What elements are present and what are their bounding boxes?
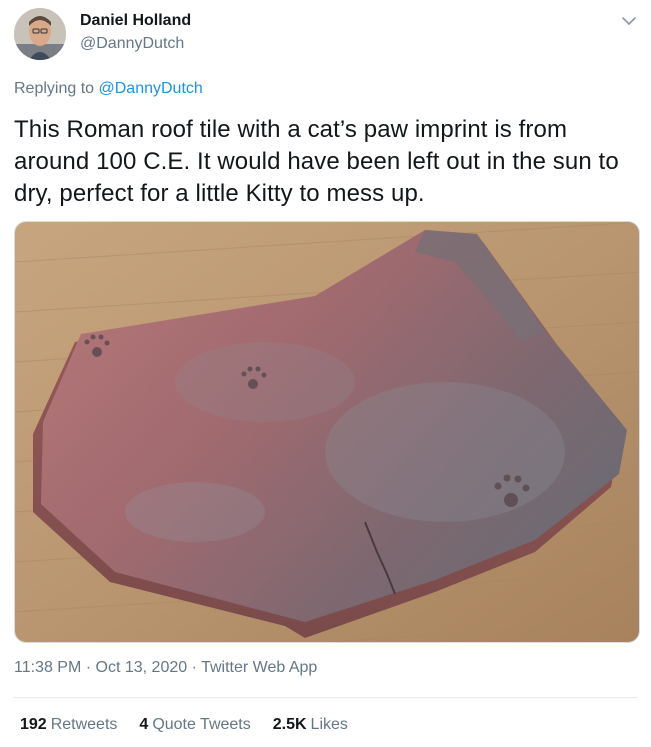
meta-separator: · [187, 659, 202, 676]
quote-tweets-stat[interactable]: 4 Quote Tweets [139, 716, 250, 734]
tweet-meta: 11:38 PM · Oct 13, 2020 · Twitter Web Ap… [14, 659, 317, 677]
author-handle[interactable]: @DannyDutch [80, 35, 184, 53]
replying-to: Replying to @DannyDutch [14, 80, 203, 98]
author-avatar[interactable] [14, 8, 66, 60]
quote-tweets-label: Quote Tweets [152, 716, 251, 733]
likes-stat[interactable]: 2.5K Likes [273, 716, 348, 734]
retweets-stat[interactable]: 192 Retweets [20, 716, 117, 734]
tweet-stats: 192 Retweets 4 Quote Tweets 2.5K Likes [20, 716, 348, 734]
quote-tweets-count: 4 [139, 716, 149, 733]
likes-label: Likes [310, 716, 348, 733]
retweets-count: 192 [20, 716, 47, 733]
author-name[interactable]: Daniel Holland [80, 12, 191, 30]
tweet-date[interactable]: Oct 13, 2020 [96, 659, 188, 676]
tweet-source[interactable]: Twitter Web App [201, 659, 317, 676]
tweet-text: This Roman roof tile with a cat’s paw im… [14, 116, 619, 207]
tweet-photo[interactable] [14, 221, 640, 643]
chevron-down-icon[interactable] [620, 12, 638, 30]
likes-count: 2.5K [272, 716, 307, 733]
meta-separator: · [81, 659, 96, 676]
divider [14, 697, 638, 698]
tweet-time[interactable]: 11:38 PM [14, 659, 81, 676]
roof-tile-photo-icon [15, 222, 639, 642]
replying-to-label: Replying to [14, 80, 99, 97]
reply-handle-link[interactable]: @DannyDutch [99, 80, 203, 97]
retweets-label: Retweets [50, 716, 118, 733]
avatar-photo-icon [14, 8, 66, 60]
